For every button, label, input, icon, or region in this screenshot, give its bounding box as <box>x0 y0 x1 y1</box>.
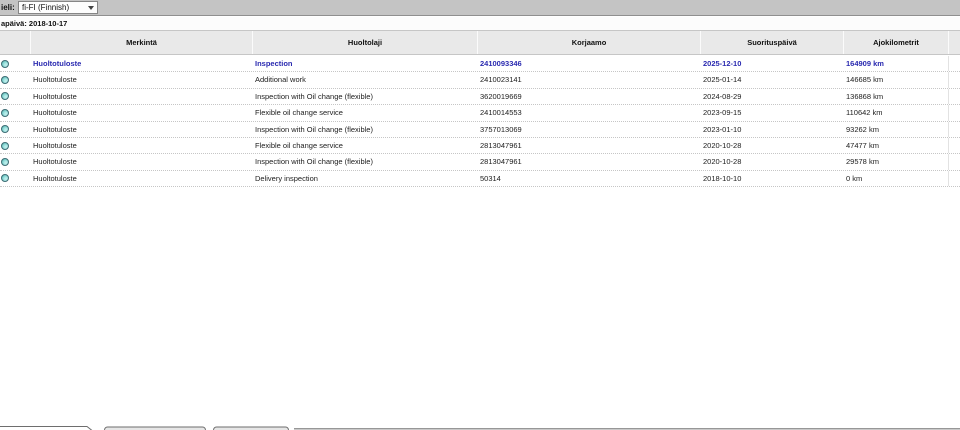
merkinta-link[interactable]: Huoltotuloste <box>30 122 252 137</box>
table-row: Huoltotuloste Flexible oil change servic… <box>0 138 960 154</box>
table-header: Merkintä Huoltolaji Korjaamo Suorituspäi… <box>0 30 960 55</box>
korjaamo-cell: 3757013069 <box>477 122 700 137</box>
row-icon-cell <box>0 89 30 104</box>
extra-cell <box>948 171 960 186</box>
suorituspaiva-cell: 2018-10-10 <box>700 171 843 186</box>
korjaamo-cell: 3620019669 <box>477 89 700 104</box>
merkinta-link[interactable]: Huoltotuloste <box>30 105 252 120</box>
teal-circle-icon[interactable] <box>1 60 9 68</box>
huoltolaji-cell: Additional work <box>252 72 477 87</box>
suorituspaiva-cell: 2025-01-14 <box>700 72 843 87</box>
column-header-merkinta: Merkintä <box>30 31 252 54</box>
korjaamo-cell: 2813047961 <box>477 138 700 153</box>
row-icon-cell <box>0 72 30 87</box>
table-row: Huoltotuloste Delivery inspection 50314 … <box>0 171 960 187</box>
huoltolaji-cell: Flexible oil change service <box>252 105 477 120</box>
language-label: ieli: <box>1 3 15 12</box>
row-icon-cell <box>0 154 30 169</box>
service-history-page: ieli: fi-FI (Finnish) apäivä: 2018-10-17… <box>0 0 960 430</box>
table-row: Huoltotuloste Flexible oil change servic… <box>0 105 960 121</box>
merkinta-link[interactable]: Huoltotuloste <box>30 72 252 87</box>
ajokilometrit-cell: 136868 km <box>843 89 948 104</box>
korjaamo-cell: 2813047961 <box>477 154 700 169</box>
extra-cell <box>948 154 960 169</box>
huoltolaji-cell: Inspection <box>252 56 477 71</box>
table-body: Huoltotuloste Inspection 2410093346 2025… <box>0 56 960 187</box>
teal-circle-icon[interactable] <box>1 76 9 84</box>
teal-circle-icon[interactable] <box>1 174 9 182</box>
korjaamo-cell: 50314 <box>477 171 700 186</box>
teal-circle-icon[interactable] <box>1 92 9 100</box>
suorituspaiva-cell: 2020-10-28 <box>700 138 843 153</box>
huoltolaji-cell: Flexible oil change service <box>252 138 477 153</box>
column-header-ajokilometrit: Ajokilometrit <box>843 31 948 54</box>
teal-circle-icon[interactable] <box>1 109 9 117</box>
bottom-tab-bar <box>0 421 960 430</box>
ajokilometrit-cell: 47477 km <box>843 138 948 153</box>
table-row: Huoltotuloste Inspection with Oil change… <box>0 89 960 105</box>
huoltolaji-cell: Inspection with Oil change (flexible) <box>252 154 477 169</box>
korjaamo-cell: 2410023141 <box>477 72 700 87</box>
merkinta-link[interactable]: Huoltotuloste <box>30 138 252 153</box>
column-header-icon <box>0 31 30 54</box>
merkinta-link[interactable]: Huoltotuloste <box>30 154 252 169</box>
suorituspaiva-cell: 2025-12-10 <box>700 56 843 71</box>
language-select-value: fi-FI (Finnish) <box>22 3 86 12</box>
suorituspaiva-cell: 2023-01-10 <box>700 122 843 137</box>
row-icon-cell <box>0 122 30 137</box>
extra-cell <box>948 122 960 137</box>
date-text: apäivä: 2018-10-17 <box>1 19 67 28</box>
korjaamo-cell: 2410014553 <box>477 105 700 120</box>
ajokilometrit-cell: 164909 km <box>843 56 948 71</box>
ajokilometrit-cell: 146685 km <box>843 72 948 87</box>
extra-cell <box>948 72 960 87</box>
teal-circle-icon[interactable] <box>1 158 9 166</box>
row-icon-cell <box>0 105 30 120</box>
suorituspaiva-cell: 2020-10-28 <box>700 154 843 169</box>
huoltolaji-cell: Inspection with Oil change (flexible) <box>252 89 477 104</box>
bottom-tabs-graphic <box>0 425 960 430</box>
ajokilometrit-cell: 29578 km <box>843 154 948 169</box>
table-row: Huoltotuloste Inspection 2410093346 2025… <box>0 56 960 72</box>
teal-circle-icon[interactable] <box>1 142 9 150</box>
merkinta-link[interactable]: Huoltotuloste <box>30 171 252 186</box>
table-row: Huoltotuloste Inspection with Oil change… <box>0 122 960 138</box>
extra-cell <box>948 56 960 71</box>
teal-circle-icon[interactable] <box>1 125 9 133</box>
extra-cell <box>948 105 960 120</box>
huoltolaji-cell: Delivery inspection <box>252 171 477 186</box>
merkinta-link[interactable]: Huoltotuloste <box>30 89 252 104</box>
extra-cell <box>948 138 960 153</box>
korjaamo-cell: 2410093346 <box>477 56 700 71</box>
suorituspaiva-cell: 2024-08-29 <box>700 89 843 104</box>
ajokilometrit-cell: 110642 km <box>843 105 948 120</box>
column-header-korjaamo: Korjaamo <box>477 31 700 54</box>
chevron-down-icon <box>88 6 94 10</box>
table-row: Huoltotuloste Additional work 2410023141… <box>0 72 960 88</box>
date-strip: apäivä: 2018-10-17 <box>0 17 960 30</box>
column-header-suorituspaiva: Suorituspäivä <box>700 31 843 54</box>
huoltolaji-cell: Inspection with Oil change (flexible) <box>252 122 477 137</box>
row-icon-cell <box>0 171 30 186</box>
ajokilometrit-cell: 0 km <box>843 171 948 186</box>
extra-cell <box>948 89 960 104</box>
ajokilometrit-cell: 93262 km <box>843 122 948 137</box>
table-row: Huoltotuloste Inspection with Oil change… <box>0 154 960 170</box>
row-icon-cell <box>0 56 30 71</box>
column-header-extra <box>948 31 960 54</box>
merkinta-link[interactable]: Huoltotuloste <box>30 56 252 71</box>
language-select[interactable]: fi-FI (Finnish) <box>18 1 98 14</box>
language-bar: ieli: fi-FI (Finnish) <box>0 0 960 16</box>
column-header-huoltolaji: Huoltolaji <box>252 31 477 54</box>
row-icon-cell <box>0 138 30 153</box>
suorituspaiva-cell: 2023-09-15 <box>700 105 843 120</box>
